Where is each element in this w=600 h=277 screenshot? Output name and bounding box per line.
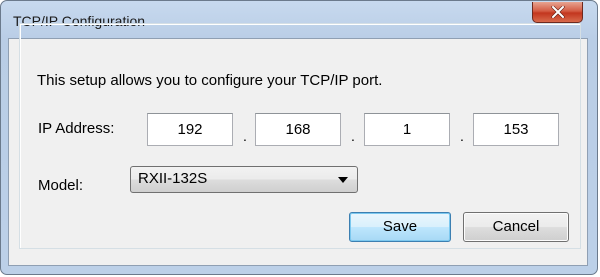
description-text: This setup allows you to configure your …	[37, 72, 383, 89]
ip-octet-2-field[interactable]	[255, 113, 341, 146]
close-button[interactable]	[532, 2, 583, 23]
ip-separator: .	[351, 128, 355, 144]
ip-octet-1-field[interactable]	[147, 113, 233, 146]
ip-address-label: IP Address:	[38, 120, 115, 137]
model-selected-value: RXII-132S	[138, 170, 208, 187]
save-button[interactable]: Save	[349, 212, 451, 242]
chevron-down-icon	[338, 177, 348, 183]
ip-octet-4-field[interactable]	[473, 113, 559, 146]
close-icon	[551, 6, 565, 18]
cancel-button[interactable]: Cancel	[463, 212, 569, 242]
model-label: Model:	[38, 177, 84, 194]
ip-separator: .	[243, 128, 247, 144]
ip-separator: .	[460, 128, 464, 144]
ip-octet-3-field[interactable]	[364, 113, 450, 146]
model-dropdown[interactable]: RXII-132S	[130, 166, 358, 193]
